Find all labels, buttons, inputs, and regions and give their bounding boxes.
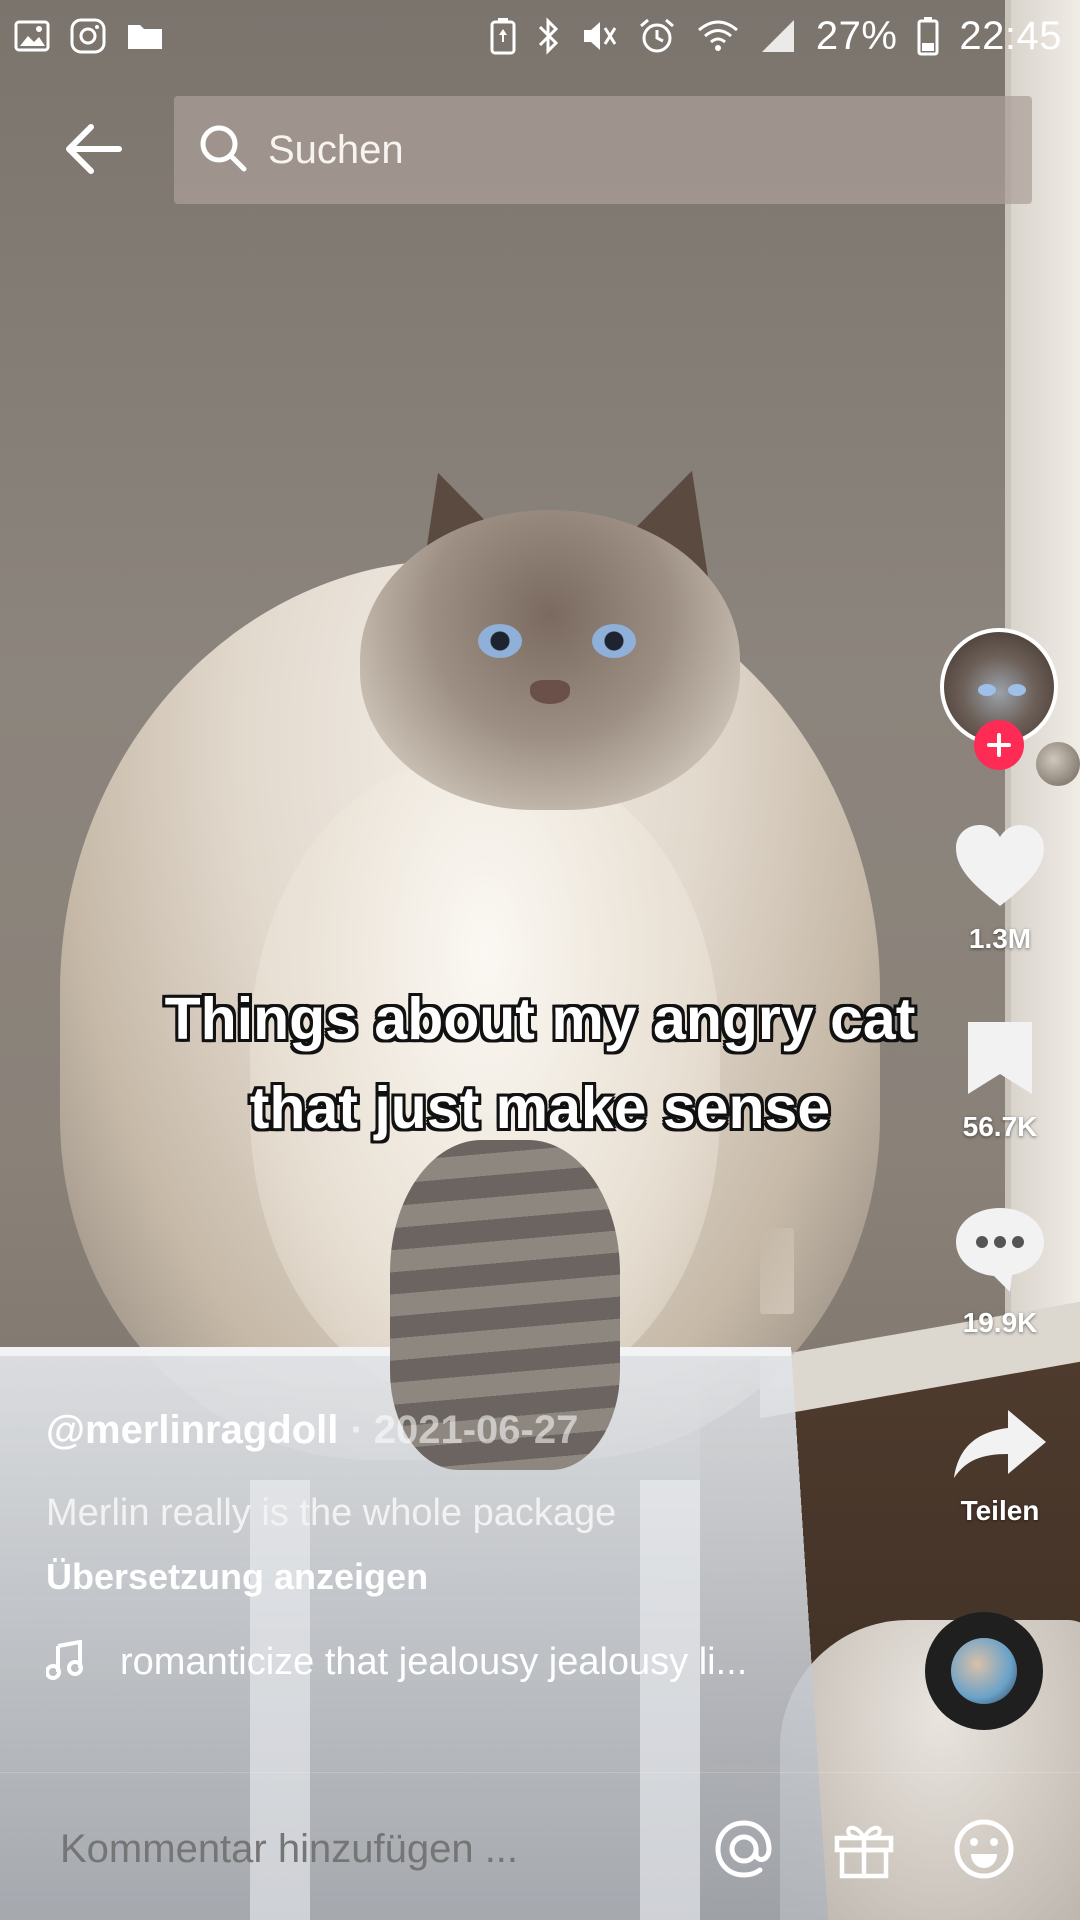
post-description: Merlin really is the whole package	[46, 1492, 617, 1534]
avatar-eye	[1008, 684, 1026, 696]
like-button[interactable]: 1.3M	[940, 822, 1060, 955]
emoji-icon[interactable]	[946, 1811, 1022, 1887]
status-bar: 27% 22:45	[0, 0, 1080, 72]
author-line: @merlinragdoll · 2021-06-27	[46, 1408, 926, 1453]
comment-count: 19.9K	[962, 1307, 1038, 1338]
music-title: romanticize that jealousy jealousy li...	[120, 1641, 748, 1683]
favorite-button[interactable]: 56.7K	[940, 1018, 1060, 1143]
comment-bubble-icon	[952, 1204, 1048, 1299]
translate-link[interactable]: Übersetzung anzeigen	[46, 1556, 428, 1598]
wifi-icon	[696, 18, 740, 54]
bookmark-icon	[962, 1018, 1038, 1103]
mention-icon[interactable]	[706, 1811, 782, 1887]
favorite-count: 56.7K	[962, 1111, 1038, 1142]
author-username[interactable]: @merlinragdoll	[46, 1408, 338, 1453]
post-date: 2021-06-27	[373, 1408, 579, 1452]
avatar-eye	[978, 684, 996, 696]
search-input[interactable]: Suchen	[174, 96, 1032, 204]
comment-button[interactable]: 19.9K	[940, 1204, 1060, 1339]
mute-icon	[580, 18, 618, 54]
plus-icon	[987, 733, 1011, 757]
music-disc[interactable]	[925, 1612, 1043, 1730]
search-icon	[198, 123, 248, 178]
clock: 22:45	[959, 13, 1062, 58]
date-separator: ·	[350, 1408, 364, 1452]
heart-icon	[952, 822, 1048, 915]
cat-eye	[592, 624, 636, 658]
cat-nose	[530, 680, 570, 704]
caption-line: Things about my angry cat	[164, 986, 916, 1052]
folder-icon	[126, 21, 164, 51]
battery-icon	[917, 16, 939, 56]
music-row[interactable]: romanticize that jealousy jealousy li...	[45, 1639, 748, 1685]
caption-line: that just make sense	[249, 1075, 831, 1141]
alarm-icon	[638, 17, 676, 55]
cat-eye	[478, 624, 522, 658]
post-info: @merlinragdoll · 2021-06-27 Merlin reall…	[45, 1408, 926, 1683]
share-arrow-icon	[950, 1406, 1050, 1487]
video-caption: Things about my angry cat that just make…	[70, 975, 1010, 1153]
video-frame[interactable]	[0, 0, 1080, 1920]
comment-bar	[0, 1772, 1080, 1920]
comment-input[interactable]	[60, 1827, 660, 1872]
back-button[interactable]	[58, 118, 128, 184]
signal-icon	[760, 18, 796, 54]
like-count: 1.3M	[968, 923, 1032, 954]
instagram-icon	[70, 18, 106, 54]
gallery-icon	[14, 20, 50, 52]
gift-icon[interactable]	[826, 1811, 902, 1887]
cat-head	[360, 510, 740, 810]
arrow-left-icon	[63, 123, 123, 179]
battery-saver-icon	[490, 17, 516, 55]
battery-percent: 27%	[815, 13, 898, 58]
search-placeholder: Suchen	[268, 127, 404, 172]
music-note-icon	[45, 1639, 86, 1685]
share-button[interactable]: Teilen	[940, 1406, 1060, 1527]
door-knob	[1036, 742, 1080, 786]
follow-button[interactable]	[974, 720, 1024, 770]
bluetooth-icon	[536, 17, 560, 55]
music-cover	[951, 1638, 1017, 1704]
share-label: Teilen	[960, 1495, 1040, 1526]
